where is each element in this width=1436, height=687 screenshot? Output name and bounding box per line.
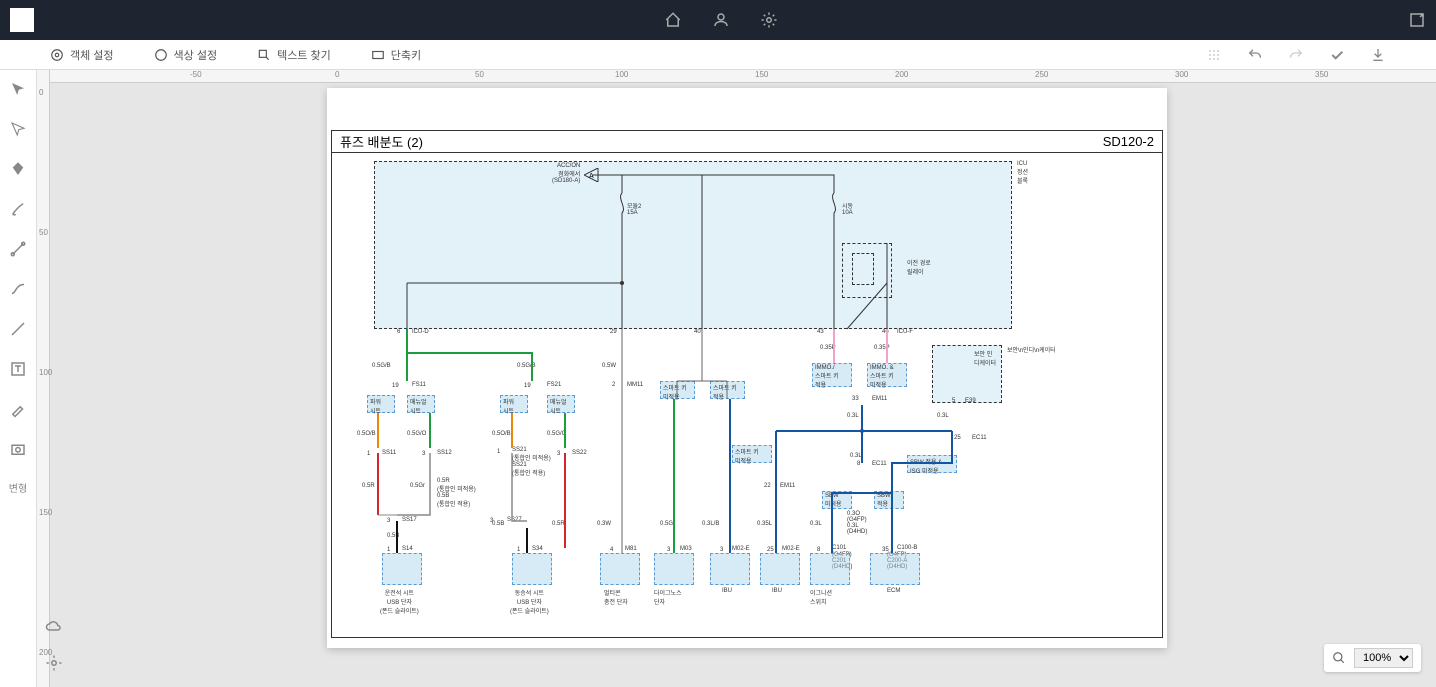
page: 퓨즈 배분도 (2) SD120-2 ICU 정션 블록 ACC/ON 점화에서… bbox=[327, 88, 1167, 648]
app-logo[interactable] bbox=[10, 8, 34, 32]
topbar-center bbox=[34, 11, 1408, 29]
diagram-title: 퓨즈 배분도 (2) bbox=[340, 132, 423, 151]
canvas[interactable]: 0 50 100 150 200 -50 0 50 100 150 200 25… bbox=[37, 70, 1436, 687]
bucket-icon[interactable] bbox=[9, 160, 27, 178]
wires bbox=[332, 153, 1162, 637]
user-icon[interactable] bbox=[712, 11, 730, 29]
export-icon[interactable] bbox=[1408, 11, 1426, 29]
toolbar: 객체 설정 색상 설정 텍스트 찾기 단축키 bbox=[0, 40, 1436, 70]
redo-icon[interactable] bbox=[1288, 47, 1304, 63]
curve-icon[interactable] bbox=[9, 280, 27, 298]
cloud-icon[interactable] bbox=[45, 618, 63, 636]
shortcut-button[interactable]: 단축키 bbox=[371, 47, 421, 63]
home-icon[interactable] bbox=[664, 11, 682, 29]
settings-icon[interactable] bbox=[45, 654, 63, 672]
diagram-frame: 퓨즈 배분도 (2) SD120-2 ICU 정션 블록 ACC/ON 점화에서… bbox=[331, 130, 1163, 638]
zoom-select[interactable]: 100% bbox=[1354, 648, 1413, 668]
transform-label: 변형 bbox=[9, 480, 27, 495]
gear-icon[interactable] bbox=[760, 11, 778, 29]
color-settings-button[interactable]: 색상 설정 bbox=[154, 47, 218, 63]
cursor-outline-icon[interactable] bbox=[9, 120, 27, 138]
find-text-button[interactable]: 텍스트 찾기 bbox=[257, 47, 331, 63]
cursor-icon[interactable] bbox=[9, 80, 27, 98]
ruler-vertical: 0 50 100 150 200 bbox=[37, 70, 50, 687]
check-icon[interactable] bbox=[1329, 47, 1345, 63]
download-icon[interactable] bbox=[1370, 47, 1386, 63]
ruler-horizontal: -50 0 50 100 150 200 250 300 350 bbox=[50, 70, 1436, 83]
left-tool-panel: 변형 bbox=[0, 70, 37, 687]
grid-icon[interactable] bbox=[1206, 47, 1222, 63]
diagram-code: SD120-2 bbox=[1103, 134, 1154, 149]
camera-icon[interactable] bbox=[9, 440, 27, 458]
line-icon[interactable] bbox=[9, 240, 27, 258]
undo-icon[interactable] bbox=[1247, 47, 1263, 63]
brush-icon[interactable] bbox=[9, 200, 27, 218]
topbar bbox=[0, 0, 1436, 40]
eyedrop-icon[interactable] bbox=[9, 400, 27, 418]
zoom-control: 100% bbox=[1324, 644, 1421, 672]
text-icon[interactable] bbox=[9, 360, 27, 378]
diagram-body: ICU 정션 블록 ACC/ON 점화에서 (SD180-A) 모듈2 15A … bbox=[332, 153, 1162, 637]
search-icon[interactable] bbox=[1332, 651, 1346, 665]
pen-icon[interactable] bbox=[9, 320, 27, 338]
object-settings-button[interactable]: 객체 설정 bbox=[50, 47, 114, 63]
